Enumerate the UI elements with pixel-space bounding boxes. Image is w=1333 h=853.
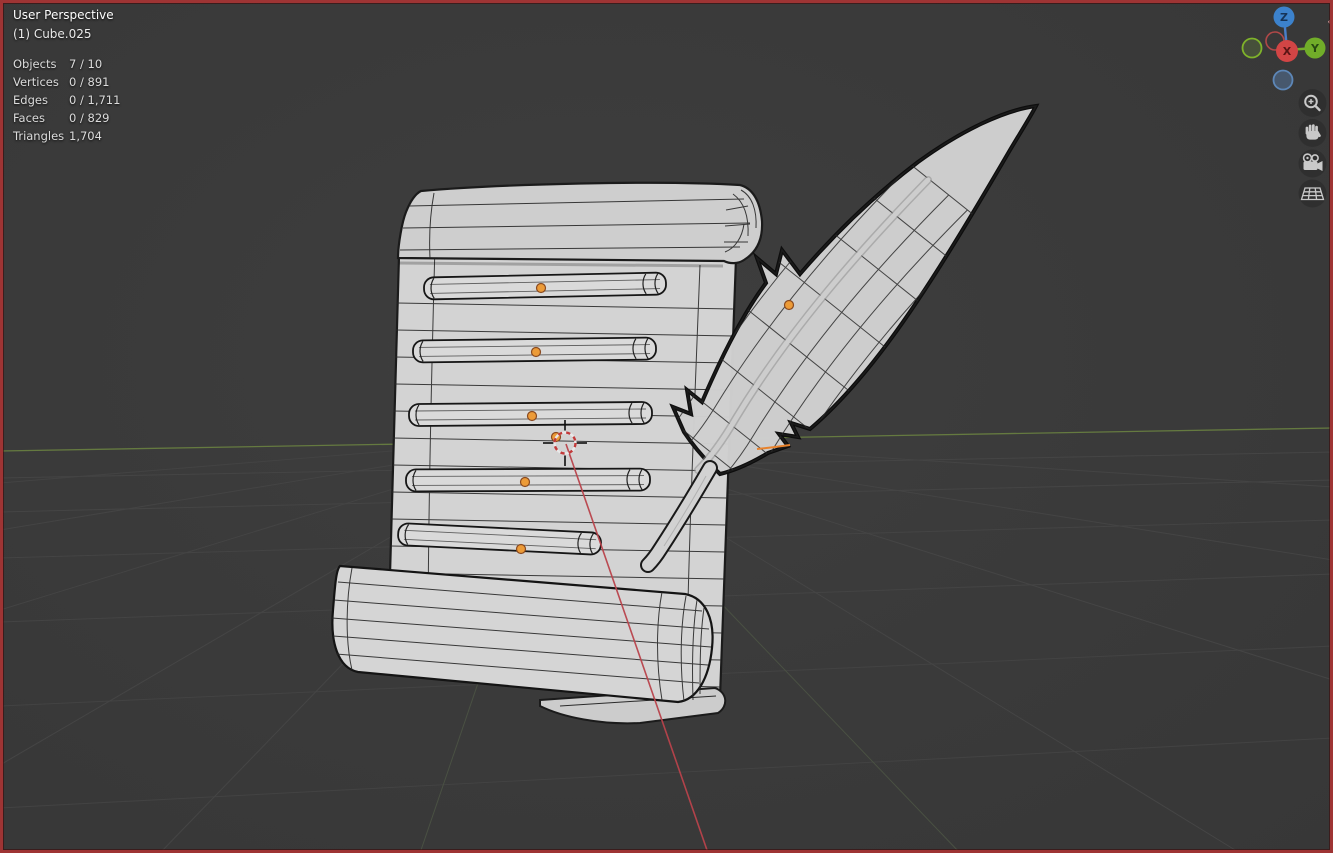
scene-canvas (0, 103, 1333, 853)
stat-value: 1,704 (69, 129, 102, 143)
origin-dot (530, 346, 542, 358)
gizmo-z-label: Z (1280, 11, 1288, 24)
origin-dot (535, 282, 547, 294)
stat-label: Vertices (13, 75, 59, 89)
stat-value: 7 / 10 (69, 57, 103, 71)
stat-label: Triangles (13, 129, 65, 143)
origin-dot (526, 410, 538, 422)
stat-value: 0 / 1,711 (69, 93, 121, 107)
gizmo-y-label: Y (1310, 42, 1320, 55)
perspective-toggle-button[interactable] (1298, 179, 1327, 208)
sidebar-toggle-arrow[interactable]: ‹ (1327, 14, 1333, 30)
gizmo-axis-z-negative[interactable] (1272, 69, 1294, 91)
stat-label: Edges (13, 93, 48, 107)
view-name: User Perspective (13, 8, 114, 22)
pan-button[interactable] (1298, 119, 1327, 147)
stat-row-faces: Faces 0 / 829 (13, 109, 120, 127)
stat-row-edges: Edges 0 / 1,711 (13, 91, 120, 109)
stat-value: 0 / 829 (69, 111, 110, 125)
gizmo-axis-y-negative[interactable] (1241, 37, 1263, 59)
active-object-name: (1) Cube.025 (13, 27, 92, 41)
origin-dot (515, 543, 527, 555)
stat-value: 0 / 891 (69, 75, 110, 89)
stat-row-objects: Objects 7 / 10 (13, 55, 120, 73)
gizmo-x-label: X (1283, 45, 1292, 58)
scroll-quill-model[interactable] (331, 103, 1040, 725)
stat-row-vertices: Vertices 0 / 891 (13, 73, 120, 91)
viewport-header: User Perspective (1) Cube.025 (13, 8, 114, 41)
gizmo-axis-y[interactable]: Y (1304, 37, 1326, 59)
gizmo-axis-x[interactable]: X (1276, 40, 1298, 62)
3d-viewport[interactable]: User Perspective (1) Cube.025 Objects 7 … (0, 0, 1333, 853)
origin-dot (519, 476, 531, 488)
gizmo-axis-z[interactable]: Z (1273, 6, 1295, 28)
camera-view-button[interactable] (1298, 149, 1327, 178)
stat-label: Objects (13, 57, 57, 71)
stat-label: Faces (13, 111, 45, 125)
origin-dot (783, 299, 795, 311)
zoom-button[interactable] (1298, 89, 1327, 117)
scroll-top-roll (396, 181, 764, 268)
statistics-overlay: Objects 7 / 10 Vertices 0 / 891 Edges 0 … (13, 55, 120, 145)
stat-row-triangles: Triangles 1,704 (13, 127, 120, 145)
